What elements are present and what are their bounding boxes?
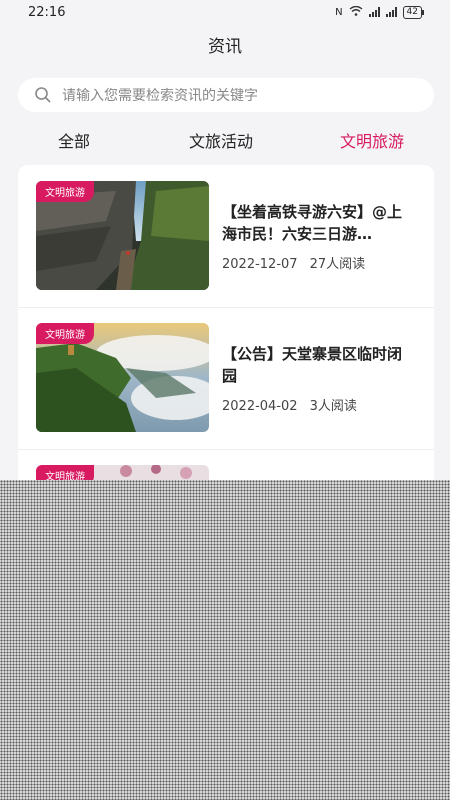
article-date: 2022-04-02	[222, 399, 298, 414]
list-item[interactable]: 文明旅游 【公告】天堂寨景区临时闭园 2022-04-02 3人阅读	[18, 307, 434, 450]
article-title[interactable]: 【公告】天堂寨景区临时闭园	[222, 343, 412, 387]
search-input[interactable]: 请输入您需要检索资讯的关键字	[62, 85, 258, 105]
category-badge: 文明旅游	[36, 323, 94, 344]
list-item[interactable]: 文明旅游 【坐着高铁寻游六安】@上海市民！六安三日游… 2022-12-07 27…	[18, 165, 434, 308]
tab-civilized-tourism[interactable]: 文明旅游	[340, 128, 404, 152]
article-thumbnail: 文明旅游	[36, 323, 209, 432]
category-tabs: 全部 文旅活动 文明旅游	[0, 128, 450, 154]
search-bar[interactable]: 请输入您需要检索资讯的关键字	[18, 78, 434, 112]
article-title[interactable]: 【坐着高铁寻游六安】@上海市民！六安三日游…	[222, 201, 412, 245]
article-meta: 2022-04-02 3人阅读	[222, 395, 357, 414]
battery-icon: 42	[402, 5, 425, 19]
article-meta: 2022-12-07 27人阅读	[222, 253, 365, 272]
wifi-icon	[349, 5, 363, 19]
status-bar: 22:16 N 42	[0, 0, 450, 24]
tab-all[interactable]: 全部	[58, 128, 90, 152]
category-badge: 文明旅游	[36, 181, 94, 202]
status-icons: N 42	[335, 5, 425, 19]
search-icon	[35, 87, 51, 103]
article-thumbnail: 文明旅游	[36, 181, 209, 290]
status-time: 22:16	[28, 4, 66, 20]
article-reads: 27人阅读	[309, 257, 366, 272]
article-reads: 3人阅读	[309, 399, 357, 414]
signal-icon	[368, 7, 380, 17]
article-date: 2022-12-07	[222, 257, 298, 272]
signal-icon-2	[385, 7, 397, 17]
tab-culture-travel-events[interactable]: 文旅活动	[189, 128, 253, 152]
nfc-icon: N	[335, 6, 343, 18]
page-title: 资讯	[208, 37, 242, 57]
dotted-overlay	[0, 480, 450, 800]
